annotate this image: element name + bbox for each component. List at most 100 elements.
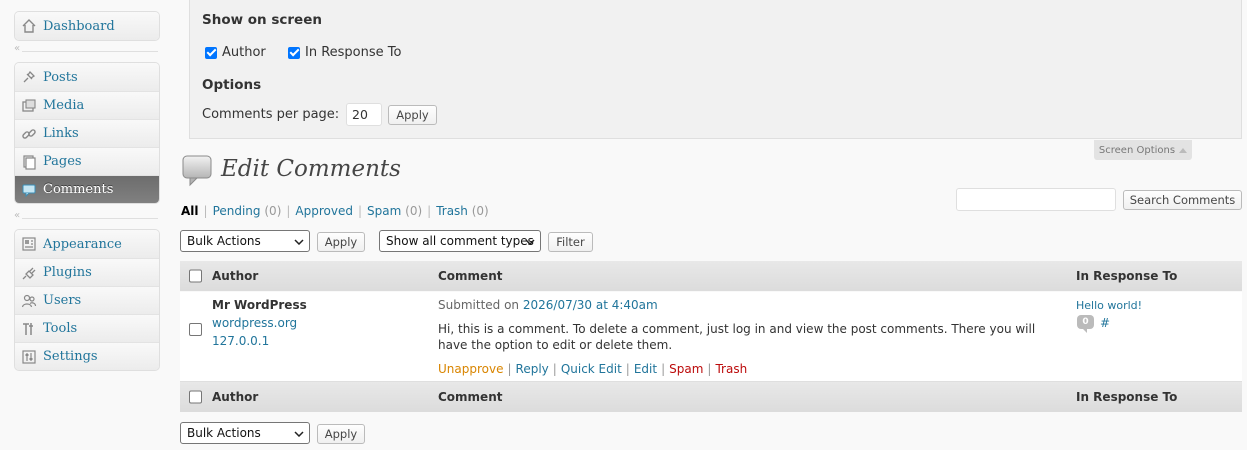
bulk-apply-button-bottom[interactable]: Apply <box>317 424 365 444</box>
filter-trash-count: (0) <box>471 204 489 218</box>
triangle-up-icon <box>1179 147 1188 153</box>
sidebar-item-appearance[interactable]: Appearance <box>15 230 159 258</box>
sidebar-item-pages[interactable]: Pages <box>15 147 159 175</box>
in-response-checkbox[interactable] <box>288 46 300 59</box>
sidebar-item-plugins[interactable]: Plugins <box>15 258 159 286</box>
select-all-checkbox[interactable] <box>189 269 202 283</box>
comment-submitted: Submitted on 2026/07/30 at 4:40am <box>438 298 658 312</box>
collapse-arrow-icon[interactable]: « <box>14 43 23 54</box>
sidebar-group-dashboard: Dashboard <box>14 11 160 41</box>
filter-spam-count: (0) <box>405 204 423 218</box>
filter-all-link[interactable]: All <box>181 204 199 218</box>
comments-page-icon <box>181 154 213 191</box>
sidebar-item-label: Links <box>43 126 79 141</box>
users-icon <box>21 293 37 309</box>
search-comments-button[interactable]: Search Comments <box>1123 190 1242 210</box>
comment-date-link[interactable]: 2026/07/30 at 4:40am <box>523 298 658 312</box>
bulk-actions-selected: Bulk Actions <box>187 234 261 248</box>
bulk-actions-select-top[interactable]: Bulk Actions <box>180 230 310 252</box>
spam-link[interactable]: Spam <box>669 362 703 376</box>
row-actions: Unapprove | Reply | Quick Edit | Edit | Spam | Tra… <box>438 362 747 376</box>
sidebar-item-label: Dashboard <box>43 18 115 34</box>
sidebar-item-users[interactable]: Users <box>15 286 159 314</box>
comment-status-filters: All | Pending (0) | Approved | Spam (0) | Trash … <box>181 204 489 218</box>
filter-pending-count: (0) <box>264 204 282 218</box>
comment-author-url[interactable]: wordpress.org <box>212 316 297 330</box>
per-page-label: Comments per page: <box>202 107 340 122</box>
comment-count-bubble[interactable]: 0 <box>1077 315 1094 333</box>
plug-icon <box>21 265 37 281</box>
filter-pending-link[interactable]: Pending (0) <box>213 204 282 218</box>
reply-link[interactable]: Reply <box>516 362 549 376</box>
action-separator: | <box>625 362 630 376</box>
chevron-down-icon <box>294 426 304 440</box>
sidebar-item-label: Comments <box>43 182 114 197</box>
edit-link[interactable]: Edit <box>634 362 657 376</box>
menu-separator: « <box>14 210 158 223</box>
comment-author-name: Mr WordPress <box>212 298 307 312</box>
comment-type-selected: Show all comment types <box>386 234 534 248</box>
sidebar-item-tools[interactable]: Tools <box>15 314 159 342</box>
column-comment: Comment <box>438 269 503 283</box>
filter-trash-link[interactable]: Trash (0) <box>436 204 489 218</box>
tools-icon <box>21 321 37 337</box>
filter-separator: | <box>357 204 363 218</box>
sidebar-item-label: Tools <box>43 321 78 336</box>
per-page-input[interactable]: 20 <box>346 103 382 126</box>
sidebar-item-dashboard[interactable]: Dashboard <box>15 12 159 40</box>
show-on-screen-heading: Show on screen <box>202 12 322 28</box>
column-author[interactable]: Author <box>212 269 258 283</box>
in-response-column-toggle[interactable]: In Response To <box>288 45 401 60</box>
filter-spam-link[interactable]: Spam (0) <box>367 204 422 218</box>
sidebar-item-media[interactable]: Media <box>15 91 159 119</box>
bulk-actions-select-bottom[interactable]: Bulk Actions <box>180 422 310 444</box>
sidebar-item-links[interactable]: Links <box>15 119 159 147</box>
sidebar-item-label: Pages <box>43 154 82 169</box>
response-post-link[interactable]: Hello world! <box>1076 299 1142 312</box>
sidebar-item-comments[interactable]: Comments <box>15 175 159 203</box>
select-all-checkbox-footer[interactable] <box>189 390 202 404</box>
pushpin-icon <box>21 69 37 85</box>
sidebar-item-posts[interactable]: Posts <box>15 63 159 91</box>
comment-author-ip[interactable]: 127.0.0.1 <box>212 334 269 348</box>
action-separator: | <box>507 362 512 376</box>
column-in-response-to[interactable]: In Response To <box>1076 390 1177 404</box>
search-comments-input[interactable] <box>956 188 1116 211</box>
bulk-actions-selected: Bulk Actions <box>187 426 261 440</box>
trash-link[interactable]: Trash <box>715 362 747 376</box>
sidebar-item-settings[interactable]: Settings <box>15 342 159 370</box>
appearance-icon <box>21 236 37 252</box>
filter-approved-link[interactable]: Approved <box>295 204 353 218</box>
sidebar-item-label: Appearance <box>43 236 122 252</box>
sidebar-item-label: Plugins <box>43 265 92 280</box>
bulk-apply-button-top[interactable]: Apply <box>317 232 365 252</box>
collapse-arrow-icon[interactable]: « <box>14 210 23 221</box>
chevron-down-icon <box>525 234 535 248</box>
comments-table-footer: Author Comment In Response To <box>180 382 1242 412</box>
author-checkbox[interactable] <box>205 46 217 59</box>
author-column-toggle[interactable]: Author <box>205 45 266 60</box>
options-heading: Options <box>202 77 262 93</box>
column-author[interactable]: Author <box>212 390 258 404</box>
settings-sliders-icon <box>21 349 37 365</box>
row-select-checkbox[interactable] <box>189 323 202 336</box>
comment-bubble-icon <box>21 182 37 198</box>
filter-button[interactable]: Filter <box>548 232 593 252</box>
comment-type-select[interactable]: Show all comment types <box>379 230 541 252</box>
author-checkbox-label: Author <box>222 45 266 60</box>
unapprove-link[interactable]: Unapprove <box>438 362 503 376</box>
screen-options-tab-label: Screen Options <box>1098 144 1176 156</box>
media-icon <box>21 98 37 114</box>
submitted-prefix: Submitted on <box>438 298 520 312</box>
column-in-response-to[interactable]: In Response To <box>1076 269 1177 283</box>
filter-separator: | <box>286 204 291 218</box>
response-permalink[interactable]: # <box>1100 316 1110 330</box>
screen-options-panel: Show on screen Author In Response To Opt… <box>189 0 1242 139</box>
screen-options-apply-button[interactable]: Apply <box>388 105 437 125</box>
filter-pending-label: Pending <box>212 204 261 218</box>
sidebar-item-label: Posts <box>43 69 78 85</box>
sidebar-item-label: Settings <box>43 349 98 364</box>
quick-edit-link[interactable]: Quick Edit <box>561 362 622 376</box>
screen-options-tab[interactable]: Screen Options <box>1094 140 1192 160</box>
filter-separator: | <box>427 204 432 218</box>
